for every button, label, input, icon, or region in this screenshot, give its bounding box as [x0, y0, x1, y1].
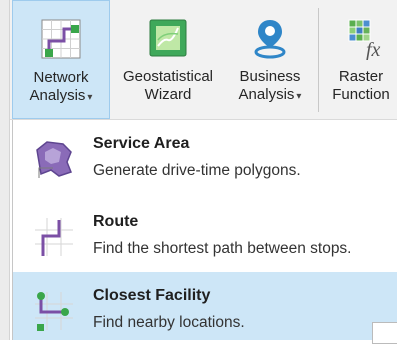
raster-function-label-line2: Function — [332, 86, 390, 103]
closest-facility-icon — [35, 292, 73, 331]
background-window-fragment — [372, 322, 397, 344]
business-analysis-icon — [254, 20, 286, 59]
closest-facility-title: Closest Facility — [93, 287, 211, 304]
geostatistical-label-line1: Geostatistical — [122, 68, 214, 85]
menu-item-closest-facility[interactable]: Closest Facility Find nearby locations. — [13, 272, 397, 340]
menu-item-service-area[interactable]: Service Area Generate drive-time polygon… — [13, 120, 397, 198]
network-analysis-label-line1: Network — [33, 69, 89, 86]
menu-item-route[interactable]: Route Find the shortest path between sto… — [13, 198, 397, 276]
service-area-icon — [36, 141, 72, 178]
route-icon — [35, 218, 73, 256]
network-analysis-dropdown-menu: Service Area Generate drive-time polygon… — [12, 120, 397, 340]
dropdown-caret-icon: ▾ — [87, 92, 93, 103]
geostatistical-wizard-icon — [149, 19, 187, 57]
dropdown-caret-icon: ▾ — [296, 91, 302, 102]
route-title: Route — [93, 213, 139, 230]
business-analysis-button[interactable]: Business Analysis ▾ — [226, 0, 314, 119]
network-analysis-icon — [41, 19, 81, 59]
ribbon-toolbar: Network Analysis ▾ Geostatistical Wizard … — [0, 0, 397, 120]
business-analysis-label-line2: Analysis — [238, 86, 295, 103]
business-analysis-label-line1: Business — [239, 68, 301, 85]
closest-facility-description: Find nearby locations. — [93, 314, 245, 331]
network-analysis-label-line2: Analysis — [29, 87, 86, 104]
geostatistical-wizard-button[interactable]: Geostatistical Wizard — [112, 0, 224, 119]
svg-text:fx: fx — [366, 39, 381, 60]
raster-function-icon: fx — [348, 19, 381, 60]
service-area-description: Generate drive-time polygons. — [93, 162, 301, 179]
raster-function-button[interactable]: fx Raster Function — [316, 0, 397, 119]
geostatistical-label-line2: Wizard — [144, 86, 192, 103]
network-analysis-button[interactable]: Network Analysis ▾ — [12, 0, 110, 119]
raster-function-label-line1: Raster — [338, 68, 384, 85]
route-description: Find the shortest path between stops. — [93, 240, 352, 257]
left-pane-edge — [0, 0, 10, 340]
service-area-title: Service Area — [93, 135, 190, 152]
